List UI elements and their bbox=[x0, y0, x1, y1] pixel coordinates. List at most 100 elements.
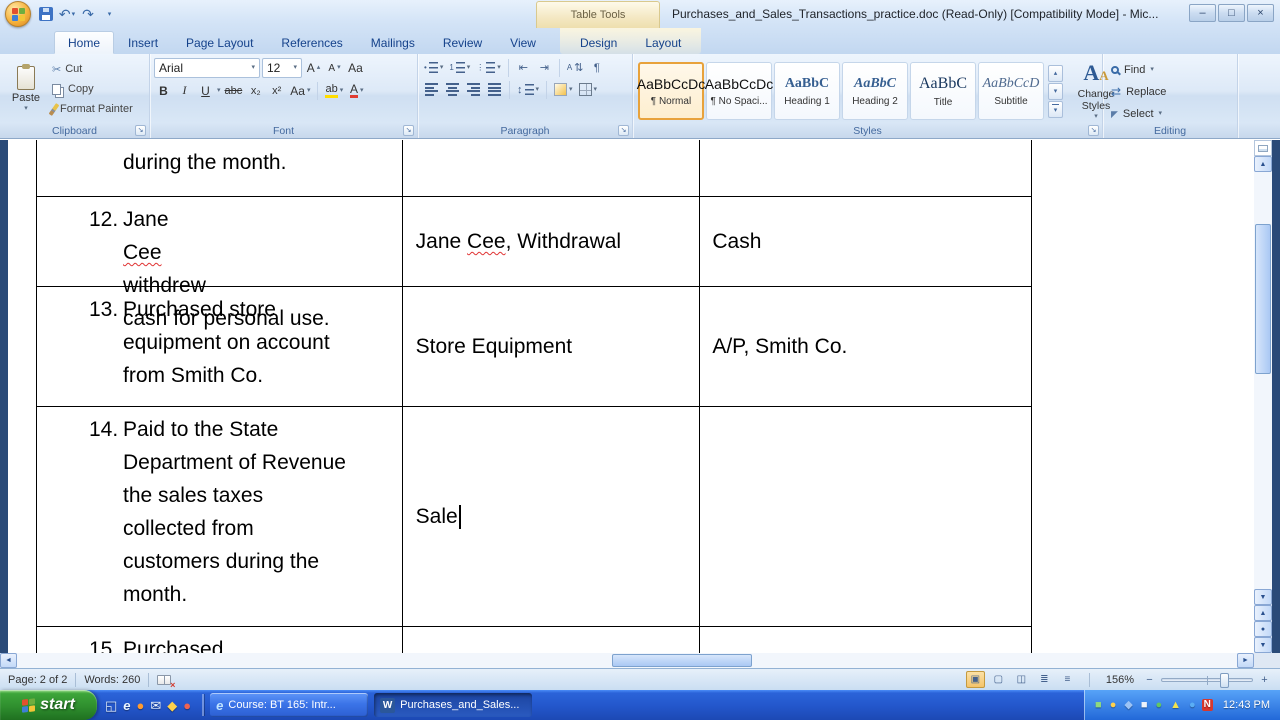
bullets-button[interactable]: • ▾ bbox=[422, 58, 445, 77]
undo-dropdown-caret-icon[interactable]: ▾ bbox=[72, 10, 76, 18]
credit-cell[interactable] bbox=[700, 627, 1032, 653]
next-page-button[interactable]: ▼ bbox=[1254, 637, 1272, 653]
redo-button[interactable]: ↷ bbox=[79, 4, 97, 24]
tray-icon-7[interactable]: ● bbox=[1187, 699, 1198, 712]
transaction-cell[interactable]: 14. Paid to the State Department of Reve… bbox=[37, 407, 403, 626]
undo-button[interactable]: ↶ ▾ bbox=[58, 4, 76, 24]
superscript-button[interactable]: x² bbox=[267, 81, 286, 100]
vertical-scroll-thumb[interactable] bbox=[1255, 224, 1271, 374]
tab-view[interactable]: View bbox=[496, 31, 550, 54]
shrink-font-button[interactable]: A ▾ bbox=[325, 59, 344, 78]
taskbar-clock[interactable]: 12:43 PM bbox=[1223, 699, 1270, 711]
show-desktop-icon[interactable]: ◱ bbox=[105, 699, 117, 712]
styles-scroll-up-button[interactable]: ▴ bbox=[1048, 64, 1063, 82]
change-case-button[interactable]: Aa ▾ bbox=[288, 81, 312, 100]
style-item-heading2[interactable]: AaBbC Heading 2 bbox=[842, 62, 908, 120]
credit-cell[interactable] bbox=[700, 140, 1032, 196]
draft-view-button[interactable]: ≡ bbox=[1058, 671, 1077, 688]
caret-down-icon[interactable]: ▾ bbox=[217, 87, 221, 94]
font-color-button[interactable]: A ▾ bbox=[347, 81, 366, 100]
tab-review[interactable]: Review bbox=[429, 31, 496, 54]
page-indicator[interactable]: Page: 2 of 2 bbox=[8, 674, 67, 686]
styles-more-button[interactable]: ▾ bbox=[1048, 100, 1063, 118]
minimize-button[interactable]: – bbox=[1189, 4, 1216, 22]
tray-icon-6[interactable]: ▲ bbox=[1168, 699, 1183, 712]
show-hide-marks-button[interactable]: ¶ bbox=[587, 58, 606, 77]
debit-cell[interactable]: Jane Cee, Withdrawal bbox=[403, 197, 701, 286]
shading-button[interactable]: ▾ bbox=[552, 80, 575, 99]
paragraph-dialog-launcher[interactable]: ↘ bbox=[618, 125, 629, 136]
office-button[interactable] bbox=[5, 1, 31, 27]
taskbar-button-browser[interactable]: e Course: BT 165: Intr... bbox=[210, 693, 369, 717]
bold-button[interactable]: B bbox=[154, 81, 173, 100]
style-item-normal[interactable]: AaBbCcDc ¶ Normal bbox=[637, 62, 705, 120]
style-item-no-spacing[interactable]: AaBbCcDc ¶ No Spaci... bbox=[705, 62, 773, 120]
replace-button[interactable]: ⇄ Replace bbox=[1107, 82, 1170, 102]
vertical-scrollbar[interactable]: ▲ ▼ ▲ ● ▼ bbox=[1254, 140, 1272, 653]
line-spacing-button[interactable]: ↕ ▾ bbox=[515, 80, 541, 99]
zoom-in-button[interactable]: + bbox=[1257, 672, 1272, 687]
transaction-cell[interactable]: 13. Purchased store equipment on account… bbox=[37, 287, 403, 406]
style-item-heading1[interactable]: AaBbC Heading 1 bbox=[774, 62, 840, 120]
styles-scroll-down-button[interactable]: ▾ bbox=[1048, 82, 1063, 100]
firefox-icon[interactable]: ● bbox=[137, 699, 145, 712]
style-item-title[interactable]: AaBbC Title bbox=[910, 62, 976, 120]
save-button[interactable] bbox=[37, 4, 55, 24]
select-browse-object-button[interactable]: ● bbox=[1254, 621, 1272, 637]
debit-cell[interactable]: Store Equipment bbox=[403, 287, 701, 406]
tray-icon-3[interactable]: ◆ bbox=[1122, 699, 1134, 712]
taskbar-button-word[interactable]: W Purchases_and_Sales... bbox=[374, 693, 533, 717]
tab-home[interactable]: Home bbox=[54, 31, 115, 54]
web-layout-view-button[interactable]: ◫ bbox=[1012, 671, 1031, 688]
cut-button[interactable]: ✂ Cut bbox=[48, 59, 137, 79]
increase-indent-button[interactable]: ⇥ bbox=[535, 58, 554, 77]
style-item-subtitle[interactable]: AaBbCcD Subtitle bbox=[978, 62, 1044, 120]
font-size-combo[interactable]: 12 ▾ bbox=[262, 58, 302, 78]
zoom-slider-thumb[interactable] bbox=[1220, 672, 1229, 688]
tab-insert[interactable]: Insert bbox=[114, 31, 172, 54]
outline-view-button[interactable]: ≣ bbox=[1035, 671, 1054, 688]
tab-page-layout[interactable]: Page Layout bbox=[172, 31, 267, 54]
maximize-button[interactable]: □ bbox=[1218, 4, 1245, 22]
copy-button[interactable]: Copy bbox=[48, 79, 137, 99]
close-button[interactable]: × bbox=[1247, 4, 1274, 22]
email-icon[interactable]: ✉ bbox=[150, 699, 161, 712]
underline-button[interactable]: U bbox=[196, 81, 215, 100]
sort-button[interactable]: A ⇅ bbox=[565, 58, 586, 77]
tab-design[interactable]: Design bbox=[566, 31, 631, 54]
decrease-indent-button[interactable]: ⇤ bbox=[514, 58, 533, 77]
zoom-slider[interactable] bbox=[1161, 672, 1253, 688]
zoom-out-button[interactable]: − bbox=[1142, 672, 1157, 687]
credit-cell[interactable]: Cash bbox=[700, 197, 1032, 286]
transaction-cell[interactable]: 12. Jane Cee withdrew cash for personal … bbox=[37, 197, 403, 330]
previous-page-button[interactable]: ▲ bbox=[1254, 605, 1272, 621]
subscript-button[interactable]: x₂ bbox=[246, 81, 265, 100]
internet-explorer-icon[interactable]: e bbox=[123, 699, 130, 712]
tray-icon-1[interactable]: ■ bbox=[1093, 699, 1104, 712]
tray-icon-4[interactable]: ■ bbox=[1139, 699, 1150, 712]
tray-icon-2[interactable]: ● bbox=[1108, 699, 1119, 712]
justify-button[interactable] bbox=[485, 80, 504, 99]
document-page[interactable]: during the month. 12. Jane Cee withdrew … bbox=[8, 140, 1254, 653]
customize-qat-button[interactable]: ▾ bbox=[100, 4, 118, 24]
styles-dialog-launcher[interactable]: ↘ bbox=[1088, 125, 1099, 136]
format-painter-button[interactable]: Format Painter bbox=[48, 99, 137, 119]
full-screen-view-button[interactable]: ▢ bbox=[989, 671, 1008, 688]
borders-button[interactable]: ▾ bbox=[577, 80, 600, 99]
font-dialog-launcher[interactable]: ↘ bbox=[403, 125, 414, 136]
transaction-cell[interactable]: during the month. bbox=[37, 140, 403, 196]
multilevel-list-button[interactable]: ⋮ ▾ bbox=[474, 58, 503, 77]
transaction-cell[interactable]: 15. Purchased bbox=[37, 627, 403, 653]
horizontal-scroll-track[interactable] bbox=[17, 653, 1237, 668]
credit-cell[interactable]: A/P, Smith Co. bbox=[700, 287, 1032, 406]
italic-button[interactable]: I bbox=[175, 81, 194, 100]
print-layout-view-button[interactable]: ▣ bbox=[965, 671, 985, 688]
tab-mailings[interactable]: Mailings bbox=[357, 31, 429, 54]
paste-button[interactable]: Paste ▾ bbox=[4, 58, 48, 120]
highlight-color-button[interactable]: ab ▾ bbox=[323, 81, 345, 100]
scroll-down-button[interactable]: ▼ bbox=[1254, 589, 1272, 605]
find-button[interactable]: Find ▾ bbox=[1107, 60, 1170, 80]
zoom-level[interactable]: 156% bbox=[1106, 674, 1134, 686]
clipboard-dialog-launcher[interactable]: ↘ bbox=[135, 125, 146, 136]
scroll-right-button[interactable]: ► bbox=[1237, 653, 1254, 668]
